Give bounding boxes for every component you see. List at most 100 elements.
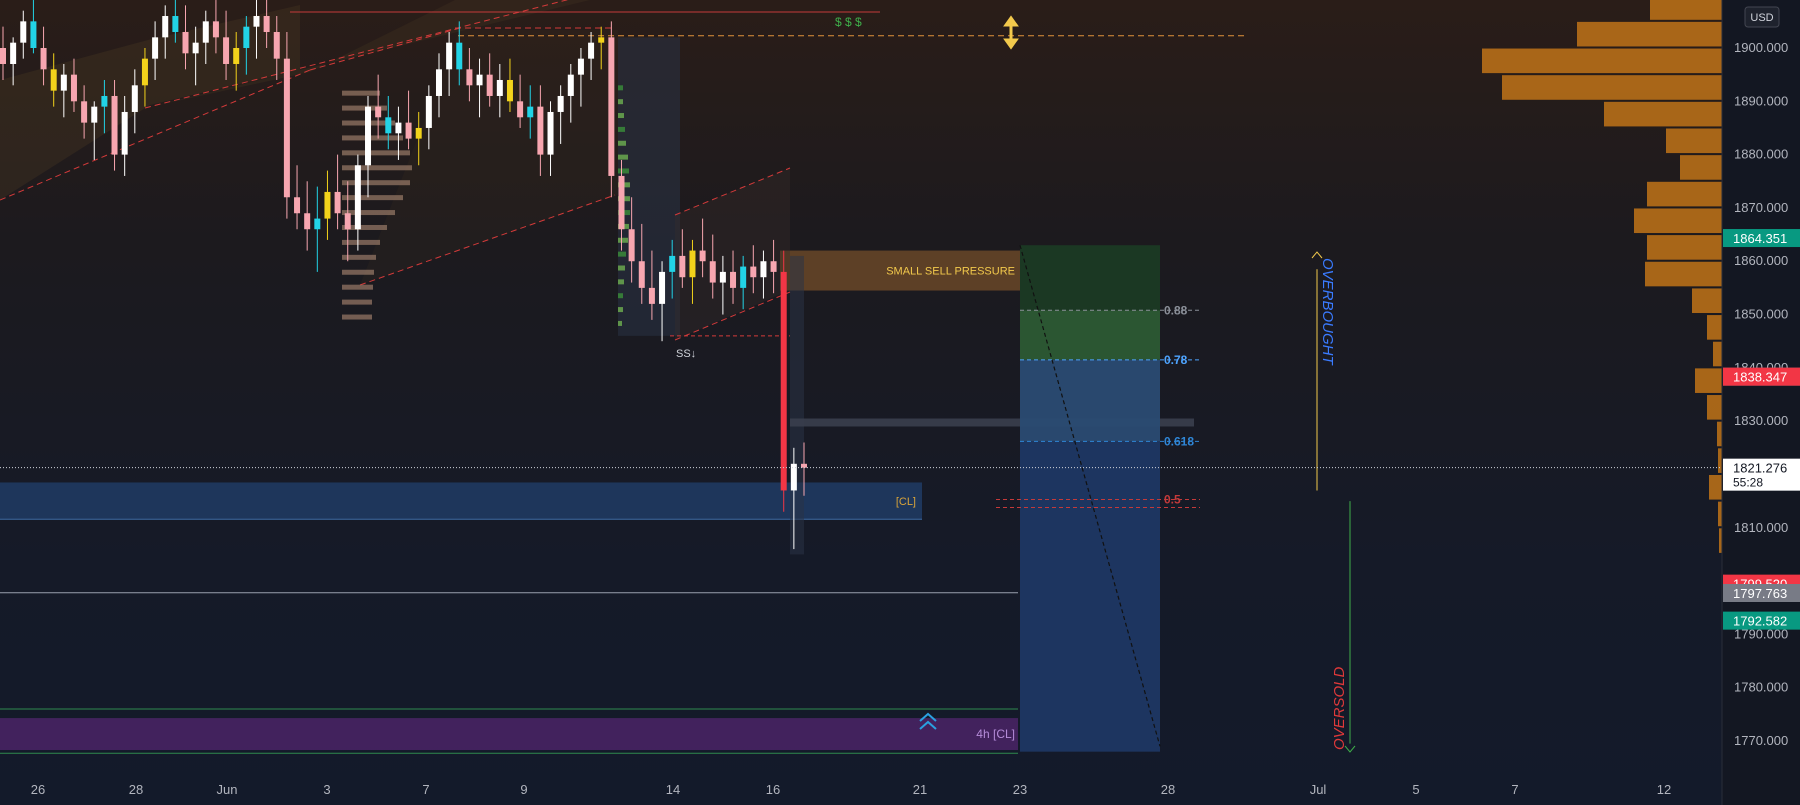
candle-body (81, 101, 88, 123)
candle-body (70, 74, 77, 102)
volume-profile-bar-11 (1692, 288, 1722, 314)
session-profile-bar-2 (618, 307, 623, 313)
candle-body (283, 58, 290, 198)
candle-body (780, 271, 787, 491)
currency-label: USD (1750, 12, 1773, 24)
candle-body (405, 122, 412, 139)
candle-body (50, 69, 57, 91)
price-tag-countdown: 55:28 (1733, 476, 1763, 490)
candle-body (172, 16, 179, 33)
candle-body (506, 79, 513, 102)
y-tick-label: 1780.000 (1734, 680, 1788, 695)
x-tick-label: 12 (1657, 782, 1671, 797)
volume-profile-bar-8 (1634, 208, 1722, 234)
y-tick-label: 1860.000 (1734, 253, 1788, 268)
candle-body (162, 16, 169, 38)
price-chart[interactable]: 0.88 0.78 0.618 0.5 SMALL SELL PRESSURE $ $ … (0, 0, 1800, 805)
x-tick-label: 7 (1511, 782, 1518, 797)
session-profile-bar (342, 284, 373, 290)
price-chart-svg[interactable]: 0.88 0.78 0.618 0.5 SMALL SELL PRESSURE $ $ … (0, 0, 1800, 805)
session-profile-bar-2 (618, 237, 628, 243)
candle-body (324, 191, 331, 219)
session-profile-bar-2 (618, 265, 625, 271)
candle-body (730, 271, 737, 288)
fib-box-upper-blue (1020, 359, 1160, 442)
candle-body (770, 261, 777, 272)
y-tick-label: 1850.000 (1734, 307, 1788, 322)
volume-profile-bar-18 (1709, 474, 1722, 500)
candle-body (131, 85, 138, 112)
candle-body (567, 74, 574, 96)
candle-body (314, 218, 321, 230)
candle-body (365, 106, 372, 166)
session-profile-bar (342, 195, 403, 201)
x-tick-label: 14 (666, 782, 680, 797)
x-tick-label: 7 (422, 782, 429, 797)
candle-body (659, 271, 666, 304)
candle-body (152, 37, 159, 59)
candle-body (709, 261, 716, 283)
price-tag-label-6: 1792.582 (1733, 614, 1787, 629)
x-tick-label: 21 (913, 782, 927, 797)
candle-body (801, 463, 807, 468)
session-profile-bar-2 (618, 293, 623, 299)
candle-body (354, 165, 361, 230)
y-tick-label: 1890.000 (1734, 93, 1788, 108)
candle-body (385, 117, 392, 134)
candle-body (294, 197, 301, 214)
candle-body (557, 95, 564, 112)
price-tag-label-3: 1821.276 (1733, 461, 1787, 476)
x-tick-label: 5 (1412, 782, 1419, 797)
candle-body (10, 42, 17, 64)
candle-body (537, 106, 544, 155)
candle-body (233, 48, 240, 64)
candle-body (60, 74, 67, 91)
volume-profile-bar-15 (1707, 395, 1722, 420)
volume-profile-bar-14 (1695, 368, 1722, 393)
session-profile-bar-2 (618, 113, 624, 119)
cl-4h-zone-label: 4h [CL] (976, 727, 1015, 741)
candle-body (263, 16, 270, 33)
session-profile-bar-2 (618, 85, 623, 91)
candle-body (517, 101, 524, 118)
overbought-label: OVERBOUGHT (1319, 258, 1336, 367)
cl-zone-label: [CL] (896, 496, 916, 508)
ss-label: SS↓ (676, 348, 696, 360)
volume-profile-bar-1 (1577, 21, 1722, 47)
y-tick-label: 1830.000 (1734, 413, 1788, 428)
candle-body (202, 21, 209, 43)
session-profile-bar-2 (618, 140, 626, 146)
candle-body (182, 32, 189, 54)
volume-profile-bar-9 (1647, 235, 1722, 260)
candle-body (223, 37, 230, 64)
candle-body (628, 229, 635, 262)
session-profile-bar (342, 180, 410, 186)
session-profile-bar (342, 165, 412, 171)
candle-body (689, 250, 696, 278)
money-target-label: $ $ $ (835, 15, 862, 29)
session-profile-bar-2 (618, 279, 624, 285)
session-profile-bar-2 (618, 168, 629, 174)
candle-body (212, 21, 219, 38)
x-tick-label: Jul (1310, 782, 1327, 797)
y-tick-label: 1900.000 (1734, 40, 1788, 55)
candle-body (446, 42, 453, 70)
candle-body (415, 127, 422, 139)
candle-body (111, 95, 118, 155)
shaded-column-2 (790, 255, 804, 555)
session-profile-bar-2 (618, 154, 628, 160)
candle-body (91, 106, 98, 123)
candle-body (30, 21, 37, 48)
session-profile-bar (342, 254, 376, 260)
oversold-label: OVERSOLD (1331, 666, 1348, 750)
x-tick-label: 23 (1013, 782, 1027, 797)
candle-body (486, 74, 493, 96)
fib-label-0.618: 0.618 (1164, 434, 1194, 448)
channel-fill-left (0, 5, 300, 200)
candle-body (760, 261, 767, 278)
candle-body (20, 21, 27, 43)
small-sell-pressure-label: SMALL SELL PRESSURE (886, 265, 1015, 277)
candle-body (141, 58, 148, 86)
y-tick-label: 1880.000 (1734, 147, 1788, 162)
session-profile-bar (342, 90, 380, 96)
